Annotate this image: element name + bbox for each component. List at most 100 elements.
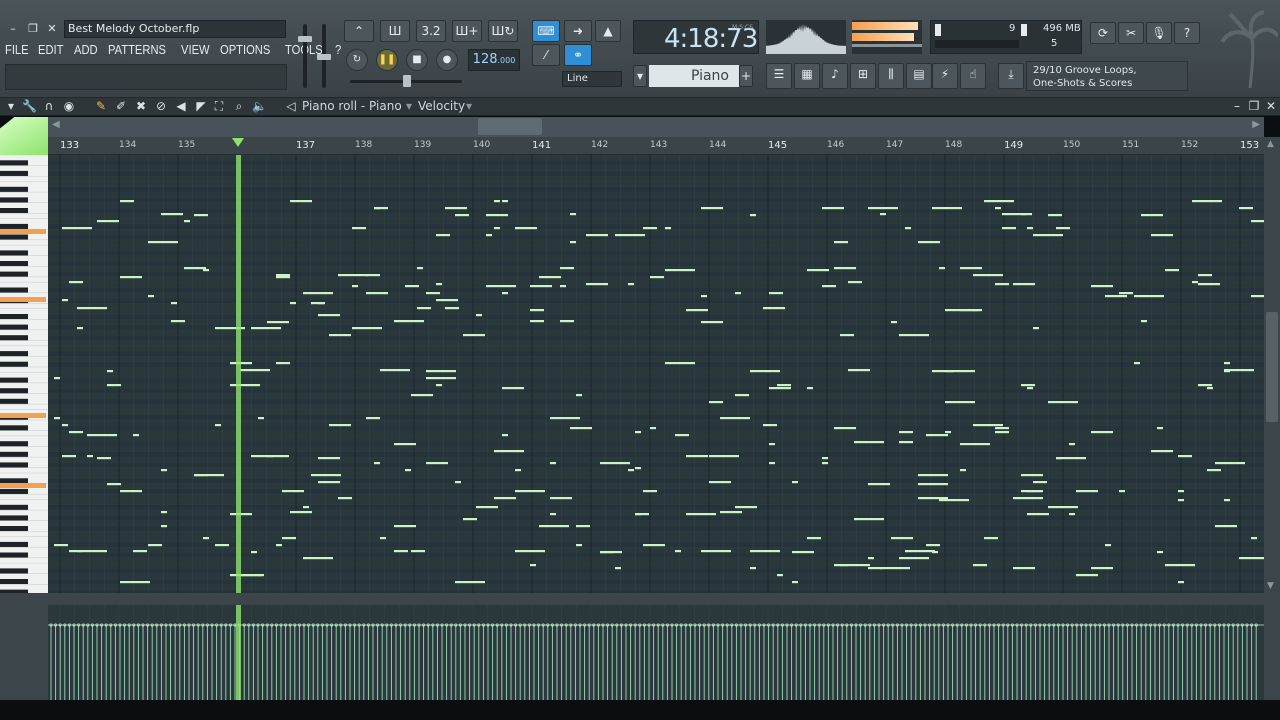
magnet-icon[interactable]: ∩: [42, 99, 56, 113]
horizontal-scrollbar[interactable]: ◀ ▶: [48, 117, 1264, 137]
download-icon[interactable]: ⤓: [998, 63, 1024, 89]
microphone-icon[interactable]: 🎙: [1146, 22, 1172, 44]
title-chevron-icon[interactable]: ▾: [406, 99, 412, 113]
refresh-icon[interactable]: ⟳: [1090, 22, 1116, 44]
window-minimize-icon[interactable]: –: [1230, 99, 1244, 113]
record-button[interactable]: ●: [436, 49, 458, 71]
loop-record-button[interactable]: Ш↻: [488, 20, 518, 42]
piano-keyboard[interactable]: [0, 154, 48, 595]
master-volume-track[interactable]: [303, 24, 307, 88]
active-key: [0, 297, 46, 302]
minimize-icon[interactable]: –: [6, 22, 20, 36]
note: [807, 537, 821, 540]
help-icon[interactable]: ?: [1174, 22, 1200, 44]
add-pattern-button[interactable]: +: [739, 65, 753, 87]
stop-button[interactable]: ■: [406, 49, 428, 71]
menu-help[interactable]: ?: [335, 42, 341, 60]
delete-icon[interactable]: ✖: [134, 99, 148, 113]
touch-keyboard-icon[interactable]: ☝: [960, 63, 986, 89]
fader-icon[interactable]: ▲: [595, 20, 621, 42]
speaker-icon[interactable]: 🔈: [252, 99, 267, 113]
note: [550, 462, 556, 465]
wrench-icon[interactable]: 🔧: [22, 99, 37, 113]
browser-hint[interactable]: 29/10 Groove Loops, One-Shots & Scores: [1026, 61, 1188, 91]
channel-rack-icon[interactable]: ▤: [906, 63, 932, 89]
note: [769, 462, 775, 465]
playlist-icon[interactable]: ☰: [766, 63, 792, 89]
menu-arrow-icon[interactable]: ▾: [4, 99, 18, 113]
wait-input-button[interactable]: Ш: [380, 20, 410, 42]
bar-label-143: 143: [650, 140, 668, 150]
vertical-scroll-thumb[interactable]: [1266, 312, 1278, 422]
brush-icon[interactable]: ⁄: [532, 44, 560, 66]
playhead-marker-icon[interactable]: [232, 138, 244, 147]
target-chevron-icon[interactable]: ▾: [466, 99, 472, 113]
loop-icon[interactable]: ↻: [346, 49, 368, 71]
playback-icon[interactable]: ◉: [62, 99, 76, 113]
note: [366, 274, 380, 277]
event-target[interactable]: Velocity: [418, 99, 465, 113]
scroll-down-icon[interactable]: ▼: [1267, 581, 1274, 591]
pencil-icon[interactable]: ✎: [94, 99, 108, 113]
browser-icon[interactable]: ⊞: [850, 63, 876, 89]
snap-select[interactable]: Line: [562, 71, 622, 87]
piano-roll-icon[interactable]: ♪: [822, 63, 848, 89]
scroll-right-icon[interactable]: ▶: [1252, 119, 1260, 130]
timeline-ruler[interactable]: 133 134 135 137 138 139 140 141 142 143 144 145 146 1…: [48, 137, 1264, 155]
countdown-button[interactable]: 3.2: [416, 20, 446, 42]
note: [701, 321, 723, 324]
window-close-icon[interactable]: ✕: [1264, 99, 1278, 113]
paint-icon[interactable]: ✐: [114, 99, 128, 113]
pattern-selector[interactable]: Piano: [649, 65, 739, 87]
menu-patterns[interactable]: PATTERNS: [108, 42, 166, 60]
menu-view[interactable]: VIEW: [181, 42, 210, 60]
note: [686, 309, 708, 312]
plugin-picker-icon[interactable]: ⚡: [932, 63, 958, 89]
main-pitch-slider-knob[interactable]: [403, 75, 411, 87]
black-key: [0, 579, 28, 585]
velocity-lane[interactable]: [0, 605, 1264, 700]
restore-icon[interactable]: ❐: [26, 22, 40, 36]
metronome-button[interactable]: ⌃: [344, 20, 374, 42]
pattern-dropdown-icon[interactable]: ▾: [633, 65, 647, 87]
menu-options[interactable]: OPTIONS: [220, 42, 270, 60]
master-pitch-knob[interactable]: [317, 54, 331, 60]
mute-icon[interactable]: ⊘: [154, 99, 168, 113]
scroll-up-icon[interactable]: ▲: [1267, 139, 1274, 149]
black-key: [0, 223, 28, 230]
tempo-display[interactable]: 128.000: [468, 49, 520, 71]
zoom-icon[interactable]: ⌕: [232, 99, 246, 113]
note: [973, 564, 987, 567]
master-volume-knob[interactable]: [298, 36, 312, 42]
cut-tools-icon[interactable]: ✂: [1118, 22, 1144, 44]
close-icon[interactable]: ✕: [45, 22, 59, 36]
note: [120, 200, 134, 203]
slice-icon[interactable]: ◤: [194, 99, 208, 113]
note: [1239, 207, 1253, 210]
menu-edit[interactable]: EDIT: [38, 42, 63, 60]
bar-label-152: 152: [1181, 140, 1199, 150]
note: [1048, 401, 1078, 404]
step-edit-button[interactable]: Ш+: [452, 20, 482, 42]
piano-roll-title[interactable]: Piano roll - Piano: [302, 99, 402, 113]
note: [107, 483, 121, 486]
time-display[interactable]: 4:18:73 M:S:CS: [633, 20, 759, 54]
link-icon[interactable]: ⚭: [564, 44, 592, 66]
step-sequencer-icon[interactable]: ▦: [794, 63, 820, 89]
mixer-icon[interactable]: ⫼: [878, 63, 904, 89]
slip-icon[interactable]: ◀: [174, 99, 188, 113]
horizontal-scroll-thumb[interactable]: [478, 118, 542, 135]
note: [1048, 214, 1062, 217]
scroll-left-icon[interactable]: ◀: [52, 119, 60, 130]
arrow-right-icon[interactable]: ➜: [564, 20, 592, 42]
typing-keyboard-icon[interactable]: ⌨: [532, 20, 560, 42]
menu-file[interactable]: FILE: [5, 42, 29, 60]
note: [97, 220, 119, 223]
vertical-scrollbar[interactable]: ▲ ▼: [1264, 137, 1280, 593]
menu-add[interactable]: ADD: [74, 42, 98, 60]
select-icon[interactable]: ⛶: [212, 99, 226, 113]
lane-separator[interactable]: [0, 593, 1280, 605]
window-maximize-icon[interactable]: ❐: [1247, 99, 1261, 113]
note-grid[interactable]: [0, 154, 1273, 595]
pause-button[interactable]: ❚❚: [376, 49, 398, 71]
